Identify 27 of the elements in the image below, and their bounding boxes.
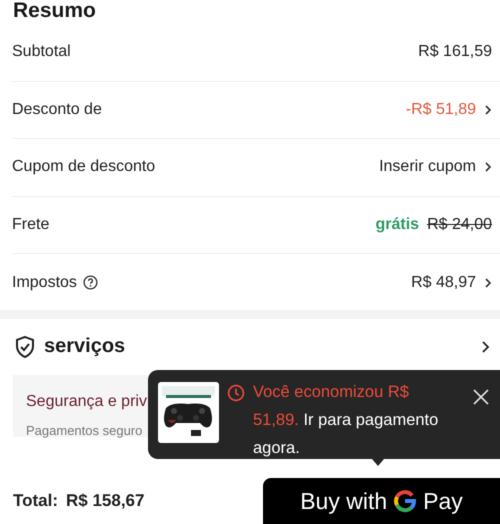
row-value[interactable]: -R$ 51,89 <box>406 100 476 119</box>
row-label: Subtotal <box>12 43 71 62</box>
g-logo-icon <box>393 489 418 513</box>
total-label: Total: <box>13 491 58 511</box>
row-value: grátis <box>375 216 420 234</box>
shield-check-icon <box>14 334 36 358</box>
pay-button[interactable]: Buy with Pay <box>263 478 500 524</box>
row-value[interactable]: R$ 48,97 <box>411 274 476 292</box>
row-label: Desconto de <box>12 100 102 119</box>
row-value[interactable]: Inserir cupom <box>379 158 476 176</box>
old-price: R$ 24,00 <box>427 216 492 234</box>
services-title: serviços <box>44 335 126 358</box>
row-label: Impostos <box>12 274 77 292</box>
row-label: Frete <box>12 216 50 234</box>
savings-popup[interactable]: Você economizou R$ 51,89. Ir para pagamento agora. <box>148 370 500 459</box>
section-title: Resumo <box>13 0 97 24</box>
help-icon[interactable] <box>82 275 98 290</box>
savings-message[interactable]: Você economizou R$ 51,89. Ir para pagamento agora. <box>253 378 448 459</box>
chevron-right-icon[interactable] <box>481 340 490 354</box>
service-title: Segurança e priv <box>26 392 147 410</box>
total-value: R$ 158,67 <box>66 491 144 511</box>
popup-pointer <box>372 459 384 466</box>
row-value: R$ 161,59 <box>418 43 492 62</box>
close-button[interactable] <box>472 388 490 406</box>
service-description: Pagamentos seguro <box>26 422 142 438</box>
row-label: Cupom de desconto <box>12 158 156 176</box>
clock-icon <box>227 384 245 402</box>
